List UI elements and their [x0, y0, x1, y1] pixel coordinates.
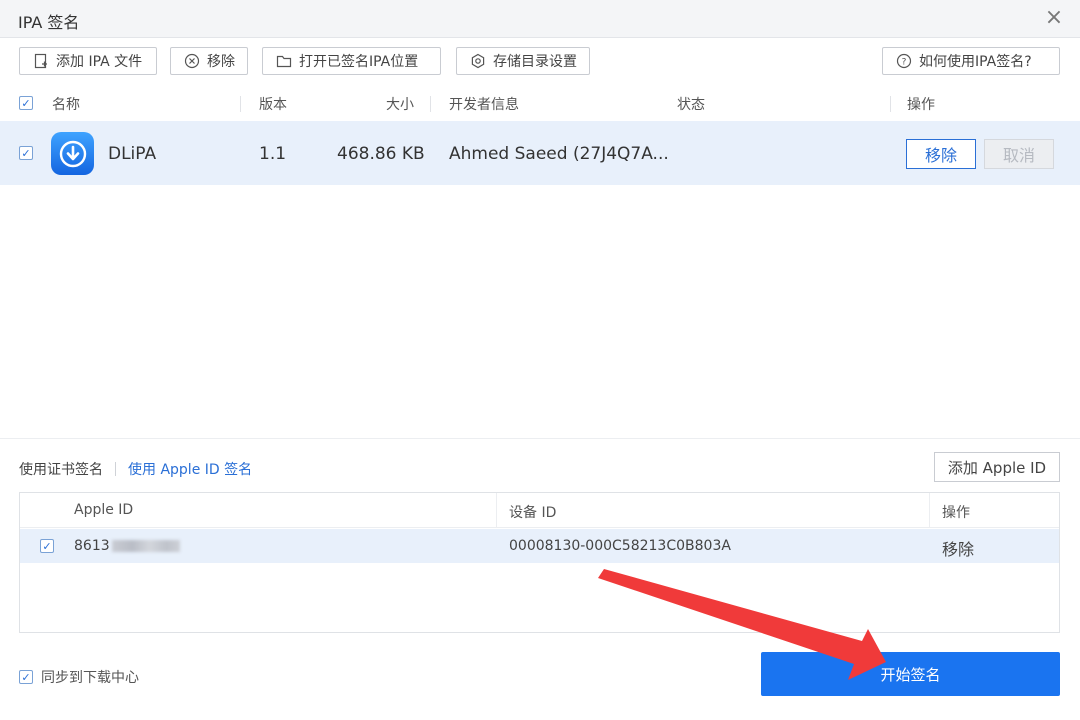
app-name: DLiPA	[108, 144, 157, 164]
remove-button[interactable]: 移除	[170, 47, 248, 75]
apple-id-table-header: Apple ID 设备 ID 操作	[20, 493, 1059, 528]
table-row[interactable]: ✓ DLiPA 1.1 468.86 KB Ahmed Saeed (27J4Q…	[0, 121, 1080, 185]
storage-settings-button[interactable]: 存储目录设置	[456, 47, 590, 75]
app-download-icon	[51, 132, 94, 175]
close-icon[interactable]: ×	[1042, 6, 1066, 30]
col-account-actions: 操作	[942, 505, 970, 521]
remove-label: 移除	[207, 54, 235, 70]
column-divider	[890, 96, 891, 112]
tab-appleid-sign[interactable]: 使用 Apple ID 签名	[128, 459, 252, 479]
section-divider	[0, 438, 1080, 439]
tab-cert-sign[interactable]: 使用证书签名	[19, 459, 103, 479]
sync-checkbox[interactable]: ✓	[19, 670, 33, 684]
start-sign-button[interactable]: 开始签名	[761, 652, 1060, 696]
toolbar: 添加 IPA 文件 移除 打开已签名IPA位置 存储目录设置 ? 如何使用IPA…	[0, 47, 1080, 77]
add-apple-id-button[interactable]: 添加 Apple ID	[934, 452, 1060, 482]
add-file-icon	[32, 52, 50, 70]
apple-id-value: 8613	[74, 538, 180, 554]
col-developer: 开发者信息	[449, 97, 519, 113]
col-version: 版本	[259, 97, 287, 113]
apple-id-table: Apple ID 设备 ID 操作 ✓ 8613 00008130-000C58…	[19, 492, 1060, 633]
sync-label: 同步到下载中心	[41, 670, 139, 686]
col-size: 大小	[386, 97, 414, 113]
app-version: 1.1	[259, 144, 287, 164]
column-divider	[430, 96, 431, 112]
folder-icon	[275, 52, 293, 70]
settings-icon	[469, 52, 487, 70]
col-status: 状态	[677, 97, 705, 113]
device-id-value: 00008130-000C58213C0B803A	[509, 538, 731, 554]
account-checkbox[interactable]: ✓	[40, 539, 54, 553]
row-cancel-button: 取消	[984, 139, 1054, 169]
column-divider	[496, 493, 497, 528]
apple-id-prefix: 8613	[74, 538, 110, 554]
row-remove-button[interactable]: 移除	[906, 139, 976, 169]
svg-text:?: ?	[902, 58, 907, 68]
col-name: 名称	[52, 97, 80, 113]
title-bar: IPA 签名 ×	[0, 0, 1080, 38]
how-to-button[interactable]: ? 如何使用IPA签名?	[882, 47, 1060, 75]
column-divider	[240, 96, 241, 112]
open-signed-location-label: 打开已签名IPA位置	[299, 54, 419, 70]
tab-divider	[115, 462, 116, 476]
table-row[interactable]: ✓ 8613 00008130-000C58213C0B803A 移除	[20, 529, 1059, 563]
file-table-header: ✓ 名称 版本 大小 开发者信息 状态 操作	[0, 88, 1080, 120]
window-title: IPA 签名	[18, 13, 80, 32]
open-signed-location-button[interactable]: 打开已签名IPA位置	[262, 47, 441, 75]
app-size: 468.86 KB	[337, 144, 425, 164]
add-ipa-label: 添加 IPA 文件	[56, 54, 143, 70]
col-device-id: 设备 ID	[509, 505, 557, 521]
col-apple-id: Apple ID	[74, 502, 134, 518]
sign-mode-tabs: 使用证书签名 使用 Apple ID 签名	[19, 459, 252, 479]
row-checkbox[interactable]: ✓	[19, 146, 33, 160]
sync-option[interactable]: ✓ 同步到下载中心	[19, 667, 139, 687]
help-icon: ?	[895, 52, 913, 70]
remove-circle-icon	[183, 52, 201, 70]
account-remove-link[interactable]: 移除	[942, 536, 974, 560]
select-all-checkbox[interactable]: ✓	[19, 96, 33, 110]
app-developer: Ahmed Saeed (27J4Q7A...	[449, 144, 669, 164]
redacted-text	[111, 540, 180, 552]
column-divider	[929, 493, 930, 528]
col-actions: 操作	[907, 97, 935, 113]
how-to-label: 如何使用IPA签名?	[919, 54, 1032, 70]
add-ipa-button[interactable]: 添加 IPA 文件	[19, 47, 157, 75]
storage-settings-label: 存储目录设置	[493, 54, 577, 70]
